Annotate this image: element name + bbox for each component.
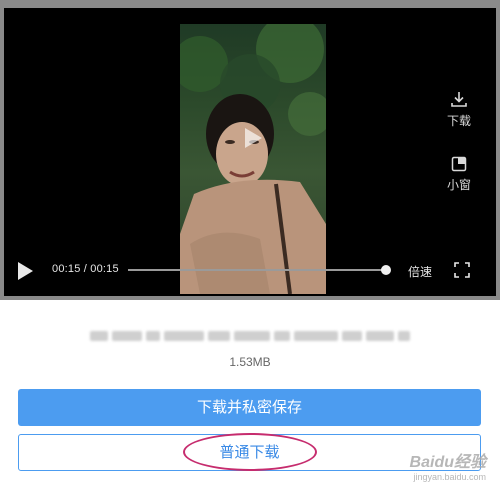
download-label: 下载 — [446, 114, 471, 128]
download-private-save-button[interactable]: 下载并私密保存 — [18, 389, 481, 426]
progress-track[interactable] — [128, 269, 388, 271]
video-frame: 下载 小窗 00:15 / 00:15 倍速 — [0, 0, 500, 300]
file-size: 1.53MB — [229, 355, 271, 369]
mini-window-icon — [451, 156, 467, 172]
center-play-icon[interactable] — [242, 126, 264, 150]
download-side-button[interactable]: 下载 — [437, 90, 481, 129]
player-controls: 00:15 / 00:15 倍速 — [4, 252, 496, 288]
mini-window-label: 小窗 — [446, 178, 471, 192]
fullscreen-icon[interactable] — [454, 262, 470, 278]
file-name-blurred — [90, 328, 410, 344]
highlight-ring — [183, 433, 317, 471]
mini-window-side-button[interactable]: 小窗 — [437, 156, 481, 193]
video-player[interactable]: 下载 小窗 00:15 / 00:15 倍速 — [4, 8, 496, 296]
time-display: 00:15 / 00:15 — [52, 263, 119, 275]
speed-button[interactable]: 倍速 — [408, 263, 432, 280]
download-icon — [451, 92, 467, 107]
watermark-text: Baidu经验 — [409, 454, 486, 471]
progress-handle[interactable] — [381, 265, 391, 275]
watermark-sub: jingyan.baidu.com — [413, 472, 486, 482]
watermark-logo: Baidu经验 jingyan.baidu.com — [410, 448, 486, 482]
play-icon[interactable] — [16, 261, 34, 281]
